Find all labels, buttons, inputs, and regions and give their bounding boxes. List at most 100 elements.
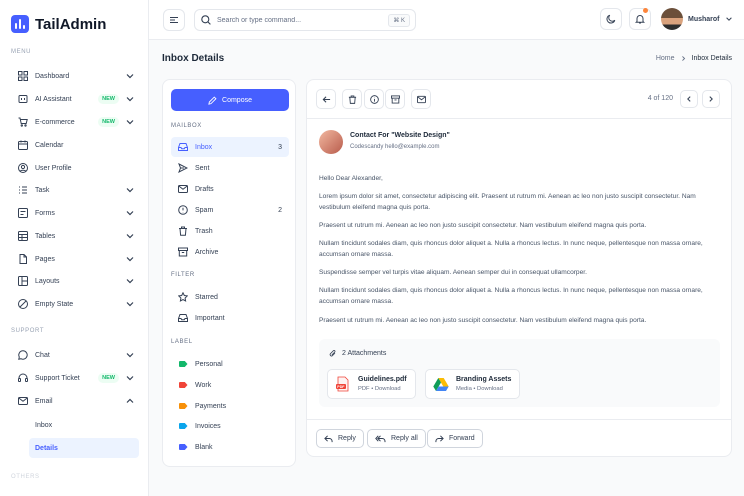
next-email-button[interactable] bbox=[702, 90, 720, 108]
label-payments[interactable]: Payments bbox=[171, 396, 289, 416]
chevron-left-icon bbox=[687, 96, 691, 102]
new-badge: NEW bbox=[98, 94, 119, 104]
svg-text:PDF: PDF bbox=[337, 385, 345, 389]
tag-icon bbox=[178, 442, 188, 452]
attachment-item[interactable]: Branding Assets Media • Download bbox=[425, 369, 521, 399]
tag-icon bbox=[178, 359, 188, 369]
mailbox-panel: Compose MAILBOX Inbox 3 Sent Drafts Spam… bbox=[162, 79, 296, 467]
paperclip-icon bbox=[329, 350, 336, 357]
label-blank[interactable]: Blank bbox=[171, 437, 289, 457]
delete-button[interactable] bbox=[342, 89, 362, 109]
chevron-right-icon bbox=[709, 96, 713, 102]
label-work[interactable]: Work bbox=[171, 375, 289, 395]
chevron-down-icon bbox=[126, 74, 134, 79]
pencil-icon bbox=[208, 95, 217, 105]
chevron-down-icon bbox=[725, 17, 732, 21]
filter-important[interactable]: Important bbox=[171, 308, 289, 328]
search-box[interactable]: ⌘ K bbox=[194, 9, 416, 31]
sidebar-item-forms[interactable]: Forms bbox=[11, 203, 139, 223]
reply-button[interactable]: Reply bbox=[316, 429, 364, 448]
mark-unread-button[interactable] bbox=[411, 89, 431, 109]
sidebar-item-ai-assistant[interactable]: AI Assistant NEW bbox=[11, 89, 139, 109]
sidebar-item-layouts[interactable]: Layouts bbox=[11, 271, 139, 291]
sidebar-item-email[interactable]: Email bbox=[11, 391, 139, 411]
breadcrumb-home[interactable]: Home bbox=[656, 55, 675, 62]
sender-info: Codescandy hello@example.com bbox=[350, 144, 440, 150]
notification-dot bbox=[643, 8, 648, 13]
label-name: Payments bbox=[195, 402, 227, 410]
menu-icon bbox=[170, 16, 178, 24]
user-menu[interactable]: Musharof bbox=[661, 8, 733, 30]
sidebar-item-label: User Profile bbox=[35, 164, 72, 172]
back-button[interactable] bbox=[316, 89, 336, 109]
folder-sent[interactable]: Sent bbox=[171, 158, 289, 178]
folder-trash[interactable]: Trash bbox=[171, 221, 289, 241]
attachment-name: Guidelines.pdf bbox=[358, 376, 407, 383]
sidebar-item-ecommerce[interactable]: E-commerce NEW bbox=[11, 112, 139, 132]
sidebar-item-user-profile[interactable]: User Profile bbox=[11, 158, 139, 178]
mailbox-section-title: MAILBOX bbox=[171, 123, 202, 129]
prev-email-button[interactable] bbox=[680, 90, 698, 108]
theme-toggle-button[interactable] bbox=[600, 8, 622, 30]
sidebar-item-dashboard[interactable]: Dashboard bbox=[11, 66, 139, 86]
mail-icon bbox=[416, 95, 426, 103]
trash-icon bbox=[178, 226, 188, 236]
chevron-down-icon bbox=[126, 188, 134, 193]
folder-label: Sent bbox=[195, 164, 210, 172]
new-badge: NEW bbox=[98, 117, 119, 127]
folder-inbox[interactable]: Inbox 3 bbox=[171, 137, 289, 157]
filter-starred[interactable]: Starred bbox=[171, 287, 289, 307]
report-button[interactable] bbox=[364, 89, 384, 109]
notifications-button[interactable] bbox=[629, 8, 651, 30]
chevron-right-icon bbox=[681, 56, 685, 61]
sidebar-item-label: Calendar bbox=[35, 141, 64, 149]
email-paragraph: Nullam tincidunt sodales diam, quis rhon… bbox=[319, 287, 703, 305]
attachments-header: 2 Attachments bbox=[329, 349, 386, 358]
label-invoices[interactable]: Invoices bbox=[171, 416, 289, 436]
chevron-down-icon bbox=[126, 97, 134, 102]
sidebar-subitem-details[interactable]: Details bbox=[29, 438, 139, 458]
attachment-item[interactable]: PDF Guidelines.pdf PDF • Download bbox=[327, 369, 416, 399]
cart-icon bbox=[17, 116, 29, 128]
layout-icon bbox=[17, 275, 29, 287]
user-name: Musharof bbox=[688, 15, 720, 23]
sidebar-item-pages[interactable]: Pages bbox=[11, 249, 139, 269]
folder-drafts[interactable]: Drafts bbox=[171, 179, 289, 199]
forward-button[interactable]: Forward bbox=[427, 429, 483, 448]
reply-all-button[interactable]: Reply all bbox=[367, 429, 426, 448]
compose-button[interactable]: Compose bbox=[171, 89, 289, 111]
search-input[interactable] bbox=[217, 16, 377, 24]
sidebar-item-label: Support Ticket bbox=[35, 374, 80, 382]
sidebar-item-chat[interactable]: Chat bbox=[11, 345, 139, 365]
sidebar-item-task[interactable]: Task bbox=[11, 180, 139, 200]
grid-icon bbox=[17, 70, 29, 82]
folder-spam[interactable]: Spam 2 bbox=[171, 200, 289, 220]
menu-section-title: MENU bbox=[11, 49, 32, 55]
archive-button[interactable] bbox=[385, 89, 405, 109]
sidebar-item-calendar[interactable]: Calendar bbox=[11, 135, 139, 155]
sidebar-item-tables[interactable]: Tables bbox=[11, 226, 139, 246]
attachments-box: 2 Attachments PDF Guidelines.pdf PDF • D… bbox=[319, 339, 720, 407]
support-section-title: SUPPORT bbox=[11, 328, 45, 334]
label-name: Invoices bbox=[195, 422, 221, 430]
sidebar-item-empty-state[interactable]: Empty State bbox=[11, 294, 139, 314]
forward-label: Forward bbox=[449, 435, 475, 442]
sidebar-subitem-inbox[interactable]: Inbox bbox=[29, 415, 139, 435]
email-paragraph: Suspendisse semper vel turpis vitae aliq… bbox=[319, 269, 587, 276]
email-paragraph: Praesent ut rutrum mi. Aenean ac leo non… bbox=[319, 317, 647, 324]
brand-logo[interactable]: TailAdmin bbox=[11, 15, 106, 33]
filter-label: Important bbox=[195, 314, 225, 322]
sidebar-item-support-ticket[interactable]: Support Ticket NEW bbox=[11, 368, 139, 388]
folder-archive[interactable]: Archive bbox=[171, 242, 289, 262]
moon-icon bbox=[606, 14, 616, 24]
label-personal[interactable]: Personal bbox=[171, 354, 289, 374]
attachment-name: Branding Assets bbox=[456, 376, 512, 383]
label-name: Personal bbox=[195, 360, 223, 368]
compose-label: Compose bbox=[222, 96, 252, 104]
sidebar-item-label: E-commerce bbox=[35, 118, 75, 126]
sidebar-toggle-button[interactable] bbox=[163, 9, 185, 31]
sidebar-item-label: Chat bbox=[35, 351, 50, 359]
pdf-icon: PDF bbox=[335, 376, 351, 392]
send-icon bbox=[178, 163, 188, 173]
email-greeting: Hello Dear Alexander, bbox=[319, 175, 383, 182]
